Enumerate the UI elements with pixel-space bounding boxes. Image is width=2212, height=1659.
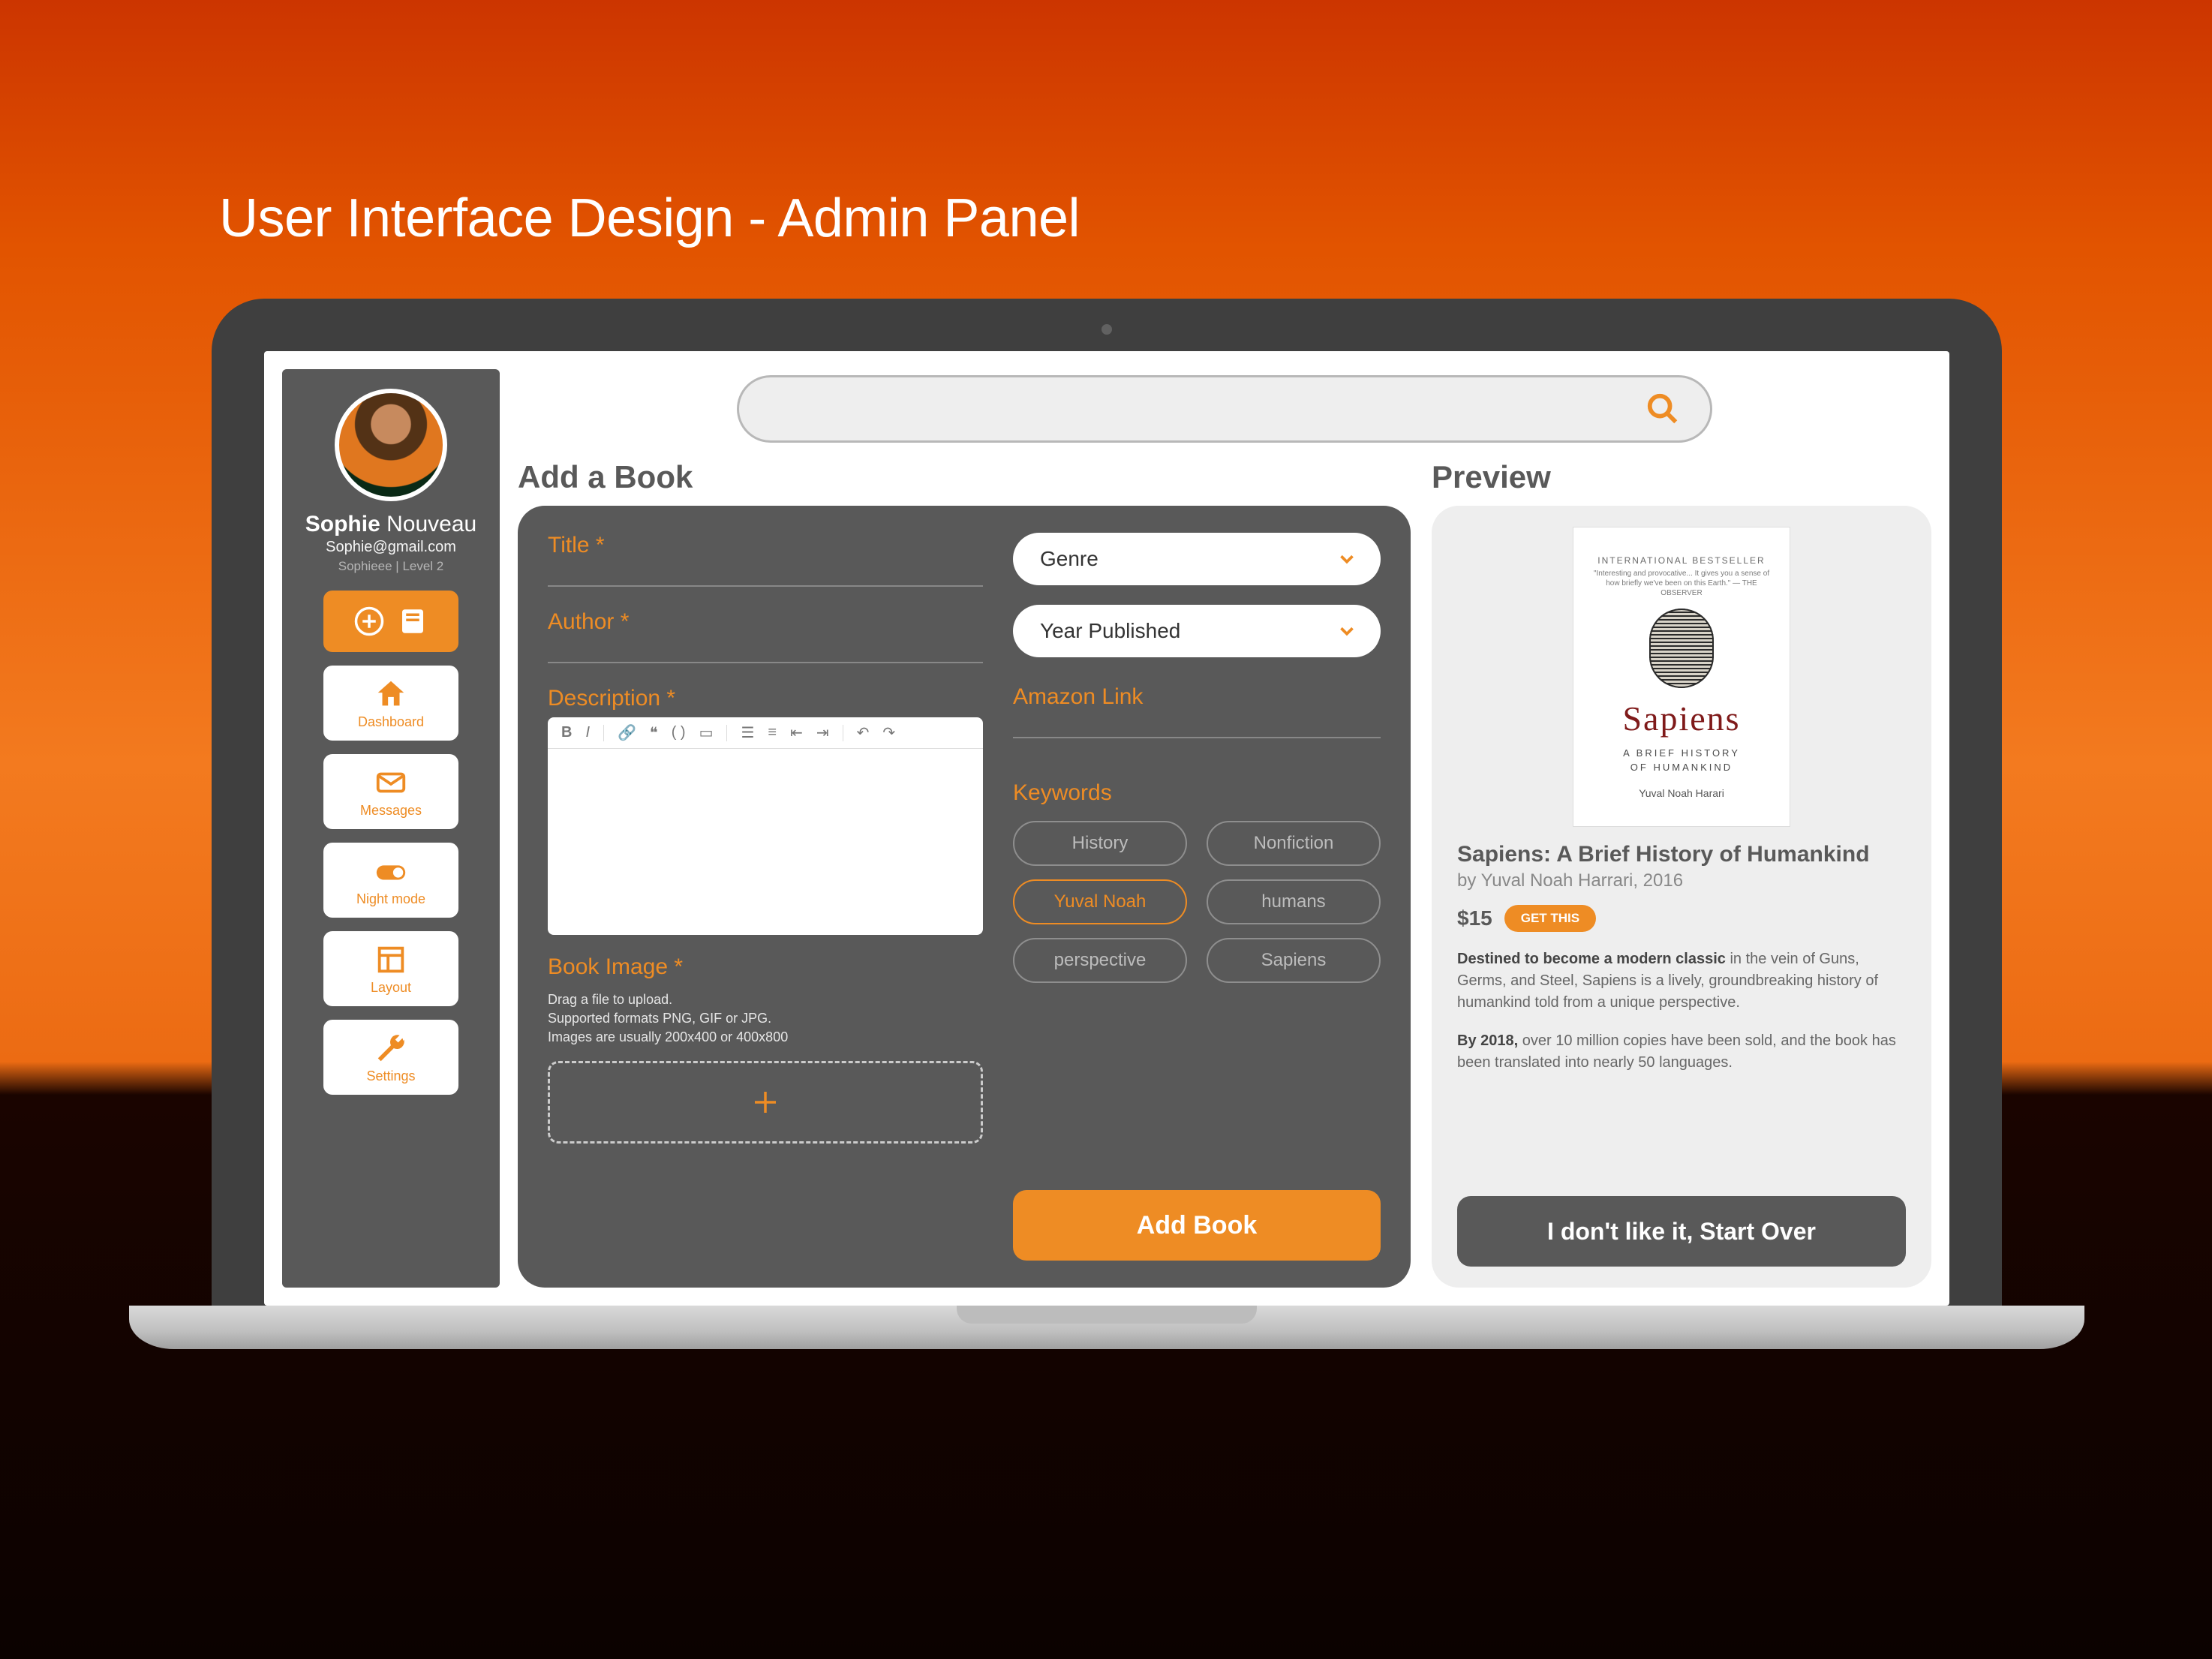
list-ul-icon[interactable]: ☰ (741, 723, 754, 742)
plus-circle-icon (353, 606, 385, 637)
italic-icon[interactable]: I (585, 724, 590, 741)
keyword-chip[interactable]: humans (1207, 879, 1381, 924)
nav-messages[interactable]: Messages (323, 754, 458, 829)
thumbprint-icon (1649, 609, 1714, 688)
preview-price: $15 (1457, 906, 1492, 930)
preview-byline: by Yuval Noah Harrari, 2016 (1457, 870, 1906, 891)
add-book-column: Add a Book Title * Author * Description … (518, 459, 1411, 1288)
keyword-chip[interactable]: Sapiens (1207, 938, 1381, 983)
keyword-chip[interactable]: Yuval Noah (1013, 879, 1187, 924)
user-email: Sophie@gmail.com (326, 539, 456, 556)
preview-blurb-2: By 2018, over 10 million copies have bee… (1457, 1030, 1906, 1074)
search-icon (1645, 392, 1680, 426)
user-meta: Sophieee | Level 2 (338, 559, 444, 574)
keyword-chip[interactable]: Nonfiction (1207, 821, 1381, 866)
amazon-link-input[interactable] (1013, 716, 1381, 738)
year-select[interactable]: Year Published (1013, 605, 1381, 657)
code-icon[interactable]: ( ) (672, 724, 686, 741)
label-title: Title * (548, 533, 983, 558)
preview-heading: Preview (1432, 459, 1931, 495)
nav-layout[interactable]: Layout (323, 931, 458, 1006)
label-description: Description * (548, 686, 983, 711)
add-book-heading: Add a Book (518, 459, 1411, 495)
nav-dashboard[interactable]: Dashboard (323, 666, 458, 741)
cover-subtitle: A BRIEF HISTORY OF HUMANKIND (1623, 746, 1740, 775)
author-input[interactable] (548, 641, 983, 663)
add-book-button[interactable]: Add Book (1013, 1190, 1381, 1261)
nav-label: Dashboard (358, 714, 424, 730)
user-name: Sophie Nouveau (305, 512, 476, 537)
cover-author: Yuval Noah Harari (1639, 787, 1724, 799)
sidebar: Sophie Nouveau Sophie@gmail.com Sophieee… (282, 369, 500, 1288)
nav-label: Messages (360, 803, 422, 819)
redo-icon[interactable]: ↷ (882, 723, 895, 742)
outdent-icon[interactable]: ⇤ (790, 723, 803, 742)
preview-card: INTERNATIONAL BESTSELLER "Interesting an… (1432, 506, 1931, 1288)
link-icon[interactable]: 🔗 (618, 723, 636, 742)
genre-select[interactable]: Genre (1013, 533, 1381, 585)
sidebar-nav: Dashboard Messages Night mode Layout (323, 666, 458, 1095)
nav-label: Night mode (356, 891, 425, 907)
quote-icon[interactable]: ❝ (650, 723, 658, 742)
sidebar-quick-add[interactable] (323, 591, 458, 652)
nav-night-mode[interactable]: Night mode (323, 843, 458, 918)
nav-settings[interactable]: Settings (323, 1020, 458, 1095)
search-input[interactable] (737, 375, 1712, 443)
label-author: Author * (548, 609, 983, 635)
keyword-chip[interactable]: History (1013, 821, 1187, 866)
keyword-chip[interactable]: perspective (1013, 938, 1187, 983)
wrench-icon (374, 1031, 408, 1065)
keywords-grid: History Nonfiction Yuval Noah humans per… (1013, 821, 1381, 983)
preview-blurb-1: Destined to become a modern classic in t… (1457, 948, 1906, 1014)
indent-icon[interactable]: ⇥ (816, 723, 829, 742)
undo-icon[interactable]: ↶ (857, 723, 870, 742)
mail-icon (374, 765, 408, 800)
preview-book-title: Sapiens: A Brief History of Humankind (1457, 842, 1906, 867)
book-icon (397, 606, 428, 637)
genre-label: Genre (1040, 547, 1098, 571)
preview-column: Preview INTERNATIONAL BESTSELLER "Intere… (1432, 459, 1931, 1288)
editor-toolbar: B I 🔗 ❝ ( ) ▭ ☰ ≡ (548, 717, 983, 749)
avatar[interactable] (335, 389, 447, 501)
laptop-base (129, 1306, 2084, 1349)
app-screen: Sophie Nouveau Sophie@gmail.com Sophieee… (264, 351, 1949, 1306)
cover-banner: INTERNATIONAL BESTSELLER (1597, 555, 1765, 566)
cover-title: Sapiens (1622, 699, 1740, 738)
cover-quote: "Interesting and provocative... It gives… (1588, 569, 1775, 598)
label-amazon-link: Amazon Link (1013, 684, 1381, 710)
bold-icon[interactable]: B (561, 724, 572, 741)
upload-hint: Drag a file to upload. Supported formats… (548, 990, 983, 1047)
label-keywords: Keywords (1013, 780, 1381, 806)
title-input[interactable] (548, 564, 983, 587)
toggle-icon (374, 854, 408, 888)
home-icon (374, 677, 408, 711)
main-area: Add a Book Title * Author * Description … (518, 369, 1931, 1288)
nav-label: Layout (371, 980, 411, 996)
image-dropzone[interactable] (548, 1061, 983, 1144)
plus-icon (750, 1086, 781, 1118)
list-ol-icon[interactable]: ≡ (768, 724, 777, 741)
get-this-button[interactable]: GET THIS (1504, 905, 1596, 932)
year-label: Year Published (1040, 619, 1180, 643)
chevron-down-icon (1336, 620, 1358, 642)
label-book-image: Book Image * (548, 954, 983, 980)
image-icon[interactable]: ▭ (699, 723, 714, 742)
laptop-mockup: Sophie Nouveau Sophie@gmail.com Sophieee… (212, 299, 2002, 1349)
nav-label: Settings (366, 1068, 415, 1084)
add-book-form: Title * Author * Description * B I (518, 506, 1411, 1288)
chevron-down-icon (1336, 548, 1358, 570)
page-heading: User Interface Design - Admin Panel (219, 188, 1080, 249)
description-editor[interactable]: B I 🔗 ❝ ( ) ▭ ☰ ≡ (548, 717, 983, 935)
layout-icon (374, 942, 408, 977)
book-cover: INTERNATIONAL BESTSELLER "Interesting an… (1573, 527, 1790, 827)
start-over-button[interactable]: I don't like it, Start Over (1457, 1196, 1906, 1267)
